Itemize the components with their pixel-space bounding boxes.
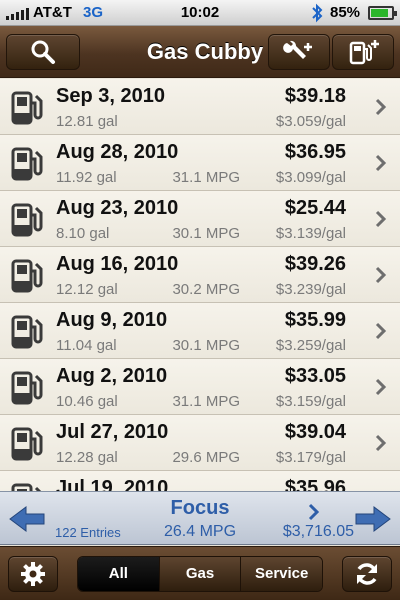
- fillup-mpg: 30.2 MPG: [172, 281, 240, 298]
- battery-percent: 85%: [330, 4, 361, 21]
- fillup-row[interactable]: Aug 9, 2010 11.04 gal 30.1 MPG $35.99 $3.259…: [0, 303, 400, 359]
- fillup-price-per-gallon: $3.059/gal: [275, 113, 346, 130]
- chevron-right-icon: [375, 378, 387, 396]
- chevron-right-icon: [375, 434, 387, 452]
- previous-vehicle-arrow-icon[interactable]: [8, 505, 46, 533]
- bottom-toolbar: All Gas Service: [0, 546, 400, 600]
- fillup-price: $36.95: [284, 141, 346, 163]
- gas-pump-icon: [11, 91, 43, 125]
- fillup-price: $35.99: [284, 309, 346, 331]
- fillup-mpg: 31.1 MPG: [172, 393, 240, 410]
- refresh-icon: [357, 563, 377, 585]
- fillup-price-per-gallon: $3.139/gal: [275, 225, 346, 242]
- sync-button[interactable]: [342, 556, 392, 592]
- fillup-price-per-gallon: $3.239/gal: [275, 281, 346, 298]
- chevron-right-icon: [375, 154, 387, 172]
- fillup-gallons: 12.12 gal: [56, 281, 118, 298]
- fillup-row[interactable]: Aug 16, 2010 12.12 gal 30.2 MPG $39.26 $3.23…: [0, 247, 400, 303]
- filter-segmented-control[interactable]: All Gas Service: [77, 556, 323, 592]
- fillup-price: $25.44: [284, 197, 346, 219]
- fillup-price-per-gallon: $3.259/gal: [275, 337, 346, 354]
- vehicle-summary-bar: Focus 122 Entries 26.4 MPG $3,716.05: [0, 491, 400, 545]
- fillup-gallons: 11.92 gal: [56, 169, 117, 186]
- fillup-date: Jul 19, 2010: [56, 477, 169, 491]
- vehicle-name[interactable]: Focus: [150, 497, 250, 520]
- fillup-row[interactable]: Aug 28, 2010 11.92 gal 31.1 MPG $36.95 $3.09…: [0, 135, 400, 191]
- fillup-date: Jul 27, 2010: [56, 421, 169, 443]
- add-service-button[interactable]: [268, 34, 330, 70]
- search-button[interactable]: [6, 34, 80, 70]
- wrench-add-icon: [283, 40, 312, 59]
- fillup-row[interactable]: Sep 3, 2010 12.81 gal $39.18 $3.059/gal: [0, 79, 400, 135]
- gas-pump-icon: [11, 259, 43, 293]
- gas-pump-icon: [11, 147, 43, 181]
- segment-gas[interactable]: Gas: [158, 557, 241, 591]
- gear-icon: [21, 562, 45, 586]
- chevron-right-icon: [375, 322, 387, 340]
- fillup-date: Aug 23, 2010: [56, 197, 179, 219]
- chevron-right-icon: [375, 98, 387, 116]
- fillup-gallons: 12.81 gal: [56, 113, 118, 130]
- fillup-gallons: 12.28 gal: [56, 449, 118, 466]
- segment-all[interactable]: All: [78, 557, 159, 591]
- fillup-price: $33.05: [284, 365, 346, 387]
- add-fillup-button[interactable]: [332, 34, 394, 70]
- fillup-row[interactable]: Aug 23, 2010 8.10 gal 30.1 MPG $25.44 $3.139…: [0, 191, 400, 247]
- fillup-price: $39.26: [284, 253, 346, 275]
- fillup-price: $35.96: [284, 477, 346, 491]
- battery-icon: [368, 6, 397, 20]
- fillup-gallons: 8.10 gal: [56, 225, 110, 242]
- entry-count: 122 Entries: [55, 525, 121, 540]
- gas-pump-icon: [11, 315, 43, 349]
- fillup-price-per-gallon: $3.179/gal: [275, 449, 346, 466]
- search-icon: [31, 40, 55, 64]
- fillup-row[interactable]: Jul 19, 2010 $35.96: [0, 471, 400, 491]
- settings-button[interactable]: [8, 556, 58, 592]
- fillup-gallons: 11.04 gal: [56, 337, 117, 354]
- fillup-date: Aug 9, 2010: [56, 309, 168, 331]
- fillup-row[interactable]: Aug 2, 2010 10.46 gal 31.1 MPG $33.05 $3.159…: [0, 359, 400, 415]
- fillup-date: Aug 2, 2010: [56, 365, 168, 387]
- gas-pump-icon: [11, 427, 43, 461]
- total-cost: $3,716.05: [282, 523, 354, 540]
- status-bar: AT&T 3G 10:02 85%: [0, 0, 400, 26]
- fillup-list[interactable]: Sep 3, 2010 12.81 gal $39.18 $3.059/gal Aug …: [0, 79, 400, 491]
- fillup-date: Aug 16, 2010: [56, 253, 179, 275]
- fillup-mpg: 31.1 MPG: [172, 169, 240, 186]
- gas-pump-add-icon: [349, 40, 379, 65]
- fillup-price: $39.18: [284, 85, 346, 107]
- gas-pump-icon: [11, 203, 43, 237]
- fillup-price: $39.04: [284, 421, 346, 443]
- fillup-row[interactable]: Jul 27, 2010 12.28 gal 29.6 MPG $39.04 $3.17…: [0, 415, 400, 471]
- segment-service[interactable]: Service: [240, 557, 322, 591]
- fillup-date: Sep 3, 2010: [56, 85, 165, 107]
- chevron-right-icon: [375, 266, 387, 284]
- chevron-right-icon: [375, 210, 387, 228]
- gas-pump-icon: [11, 371, 43, 405]
- nav-bar: Gas Cubby: [0, 26, 400, 78]
- fillup-price-per-gallon: $3.099/gal: [275, 169, 346, 186]
- fillup-gallons: 10.46 gal: [56, 393, 118, 410]
- fillup-mpg: 30.1 MPG: [172, 337, 240, 354]
- chevron-right-icon[interactable]: [307, 502, 321, 522]
- next-vehicle-arrow-icon[interactable]: [354, 505, 392, 533]
- fillup-date: Aug 28, 2010: [56, 141, 179, 163]
- average-mpg: 26.4 MPG: [163, 523, 237, 540]
- gas-pump-icon: [11, 483, 42, 491]
- fillup-price-per-gallon: $3.159/gal: [275, 393, 346, 410]
- bluetooth-icon: [312, 3, 323, 23]
- fillup-mpg: 30.1 MPG: [172, 225, 240, 242]
- fillup-mpg: 29.6 MPG: [172, 449, 240, 466]
